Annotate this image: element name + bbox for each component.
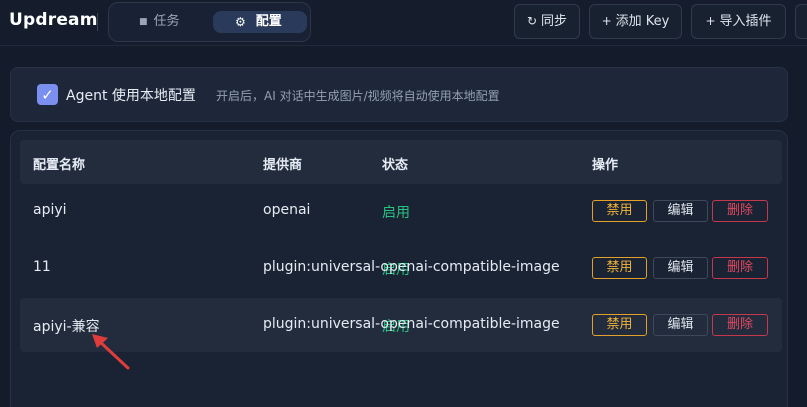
tab-config-label: 配置	[255, 14, 282, 29]
add-key-button[interactable]: + 添加 Key	[589, 4, 682, 39]
app-brand: Updream	[9, 10, 98, 30]
disable-button[interactable]: 禁用	[592, 314, 647, 336]
table-row: apiyi-兼容 启用 plugin:universal-openai-comp…	[20, 298, 782, 352]
agent-local-description: 开启后，AI 对话中生成图片/视频将自动使用本地配置	[216, 89, 500, 103]
plus-icon: +	[705, 14, 716, 28]
plus-icon: +	[601, 14, 612, 28]
table-header: 配置名称 提供商 状态 操作	[20, 140, 782, 184]
delete-button[interactable]: 删除	[712, 314, 768, 336]
edit-button[interactable]: 编辑	[653, 314, 708, 336]
column-provider-header: 提供商	[263, 158, 303, 173]
annotation-arrow-icon	[92, 334, 130, 370]
config-provider: openai	[263, 202, 311, 218]
config-provider: plugin:universal-openai-compatible-image	[263, 259, 560, 275]
add-key-button-label: 添加 Key	[615, 14, 670, 29]
column-actions-header: 操作	[592, 158, 619, 173]
brand-divider	[97, 13, 98, 31]
import-plugin-button[interactable]: + 导入插件	[691, 4, 786, 39]
config-name: 11	[33, 259, 51, 275]
status-badge: 启用	[382, 205, 410, 221]
tab-tasks-label: 任务	[153, 14, 180, 29]
edit-button[interactable]: 编辑	[653, 257, 708, 279]
disable-button[interactable]: 禁用	[592, 200, 647, 222]
import-plugin-button-label: 导入插件	[719, 14, 772, 29]
tab-tasks[interactable]: ■ 任务	[139, 11, 180, 33]
sync-button-label: 同步	[541, 14, 568, 29]
top-header: Updream ■ 任务 ⚙ 配置 ↻ 同步 + 添加 Key + 导入插件	[0, 0, 807, 46]
refresh-icon: ↻	[526, 14, 538, 28]
edit-button[interactable]: 编辑	[653, 200, 708, 222]
delete-button[interactable]: 删除	[712, 257, 768, 279]
tab-config[interactable]: ⚙ 配置	[213, 11, 307, 33]
square-icon: ■	[139, 17, 148, 27]
column-status-header: 状态	[382, 158, 409, 173]
config-provider: plugin:universal-openai-compatible-image	[263, 316, 560, 332]
overflow-button[interactable]	[795, 4, 807, 39]
agent-local-config-card: ✓ Agent 使用本地配置 开启后，AI 对话中生成图片/视频将自动使用本地配…	[10, 67, 788, 122]
sync-button[interactable]: ↻ 同步	[514, 4, 580, 39]
check-icon: ✓	[41, 85, 54, 104]
agent-local-checkbox[interactable]: ✓	[37, 84, 58, 105]
table-row: 11 启用 plugin:universal-openai-compatible…	[20, 241, 782, 295]
gear-icon: ⚙	[235, 15, 246, 29]
disable-button[interactable]: 禁用	[592, 257, 647, 279]
config-name: apiyi	[33, 202, 67, 218]
main-tabs: ■ 任务 ⚙ 配置	[108, 2, 311, 42]
agent-local-label: Agent 使用本地配置	[66, 88, 196, 104]
delete-button[interactable]: 删除	[712, 200, 768, 222]
table-row: apiyi openai 启用 禁用 编辑 删除	[20, 184, 782, 238]
column-name-header: 配置名称	[33, 158, 86, 173]
